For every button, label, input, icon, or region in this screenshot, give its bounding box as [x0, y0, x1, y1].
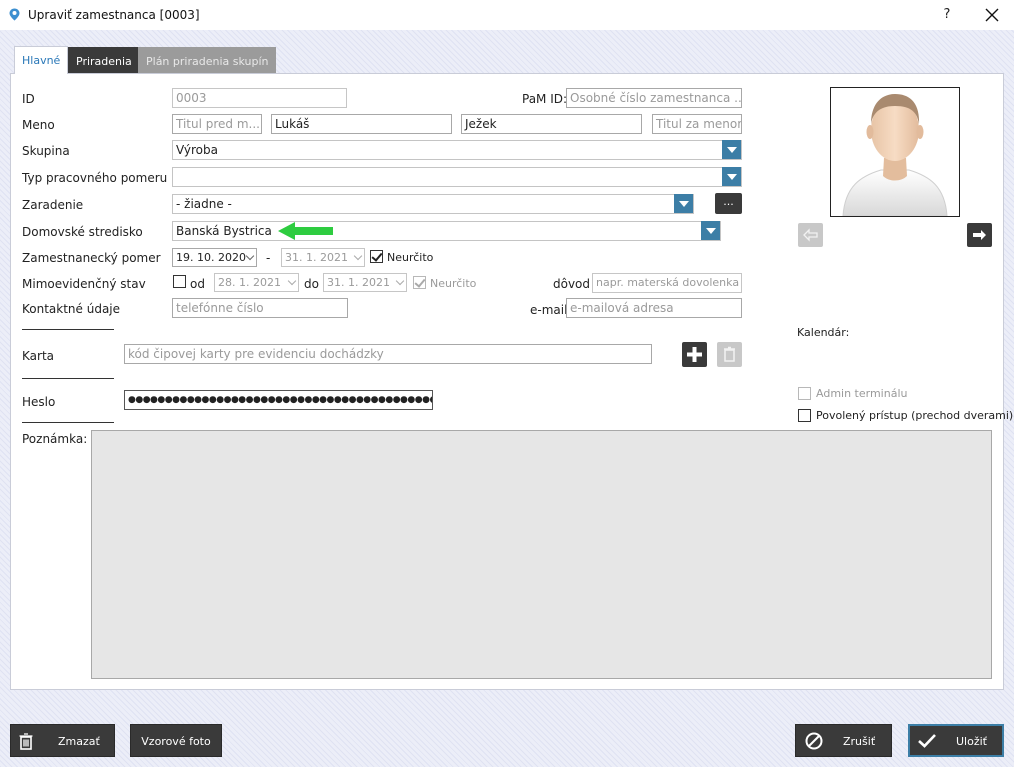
app-location-icon [9, 8, 20, 21]
label-typ: Typ pracovného pomeru [22, 171, 168, 185]
label-heslo: Heslo [22, 395, 56, 409]
arrow-right-icon [973, 230, 986, 240]
skupina-dropdown-button[interactable] [722, 140, 741, 159]
mimo-neurcito-label: Neurčito [430, 277, 477, 290]
label-mimo: Mimoevidenčný stav [22, 277, 146, 291]
separator [22, 329, 114, 330]
typ-dropdown-button[interactable] [722, 167, 741, 186]
pomer-neurcito-label: Neurčito [387, 251, 434, 264]
pam-id-input[interactable]: Osobné číslo zamestnanca ... [566, 88, 742, 108]
trash-icon [19, 733, 33, 750]
delete-card-button [717, 342, 742, 367]
label-id: ID [22, 92, 35, 106]
id-field: 0003 [172, 88, 347, 108]
trash-icon [724, 346, 735, 362]
dovod-input: napr. materská dovolenka [592, 273, 742, 293]
cancel-icon [805, 732, 823, 750]
close-icon [985, 8, 999, 22]
close-button[interactable] [982, 5, 1002, 25]
titul-pred-input[interactable]: Titul pred m... [172, 114, 262, 134]
pomer-dash: - [266, 251, 271, 265]
note-textarea[interactable] [91, 430, 992, 679]
label-pam-id: PaM ID: [522, 92, 568, 106]
pomer-do-value: 31. 1. 2021 [285, 251, 348, 264]
chevron-down-icon [245, 251, 255, 261]
povoleny-pristup-label: Povolený prístup (prechod dverami) [816, 409, 1014, 422]
skupina-value: Výroba [176, 143, 218, 157]
label-poznamka: Poznámka: [22, 432, 88, 446]
chevron-down-icon [395, 276, 405, 286]
zaradenie-more-button[interactable]: ... [715, 193, 742, 214]
stredisko-select[interactable]: Banská Bystrica [172, 221, 721, 241]
label-email: e-mail [530, 303, 568, 317]
admin-terminal-label: Admin terminálu [816, 387, 908, 400]
skupina-select[interactable]: Výroba [172, 140, 742, 160]
povoleny-pristup-checkbox[interactable] [798, 409, 811, 422]
titul-za-input[interactable]: Titul za menom [652, 114, 742, 134]
save-button-label: Uložiť [956, 735, 987, 748]
zaradenie-dropdown-button[interactable] [674, 194, 693, 213]
next-photo-button[interactable] [967, 223, 992, 247]
chevron-down-icon [353, 251, 363, 261]
avatar-icon [842, 94, 948, 216]
mimo-checkbox[interactable] [173, 275, 186, 288]
pomer-od-value: 19. 10. 2020 [176, 251, 246, 264]
label-kalendar: Kalendár: [797, 326, 850, 339]
mimo-neurcito-checkbox [413, 276, 426, 289]
mimo-do-label: do [304, 277, 319, 291]
mimo-do-value: 31. 1. 2021 [327, 276, 390, 289]
check-icon [918, 734, 936, 748]
tab-priradenia[interactable]: Priradenia [68, 47, 140, 74]
plus-icon [687, 347, 702, 362]
label-meno: Meno [22, 118, 55, 132]
pomer-neurcito-checkbox[interactable] [370, 250, 383, 263]
delete-button[interactable]: Zmazať [10, 724, 115, 757]
delete-button-label: Zmazať [58, 735, 100, 748]
help-button[interactable]: ? [938, 5, 956, 25]
add-card-button[interactable] [682, 342, 707, 367]
mimo-od-label: od [190, 277, 205, 291]
card-input[interactable]: kód čipovej karty pre evidenciu dochádzk… [124, 344, 652, 364]
last-name-input[interactable]: Ježek [461, 114, 642, 134]
mimo-od-value: 28. 1. 2021 [218, 276, 281, 289]
tab-hlavne[interactable]: Hlavné [14, 46, 69, 74]
pomer-od-date[interactable]: 19. 10. 2020 [172, 248, 257, 267]
cancel-button-label: Zrušiť [843, 735, 876, 748]
chevron-down-icon [287, 276, 297, 286]
typ-select[interactable] [172, 167, 742, 187]
zaradenie-value: - žiadne - [176, 197, 232, 211]
employee-photo [830, 87, 960, 217]
label-dovod: dôvod [553, 277, 591, 291]
label-zaradenie: Zaradenie [22, 198, 84, 212]
sample-photo-label: Vzorové foto [141, 735, 211, 748]
separator [22, 422, 114, 423]
green-arrow-left-icon [278, 222, 333, 240]
stredisko-dropdown-button[interactable] [701, 221, 720, 240]
tab-plan-priradenia[interactable]: Plán priradenia skupín [138, 47, 277, 74]
arrow-left-icon [803, 228, 818, 242]
password-input[interactable]: ●●●●●●●●●●●●●●●●●●●●●●●●●●●●●●●●●●●●●●●●… [124, 390, 433, 410]
label-pomer: Zamestnanecký pomer [22, 251, 161, 265]
stredisko-value: Banská Bystrica [176, 224, 272, 238]
mimo-do-date: 31. 1. 2021 [323, 273, 407, 292]
sample-photo-button[interactable]: Vzorové foto [130, 724, 222, 757]
separator [22, 378, 114, 379]
admin-terminal-checkbox [798, 387, 811, 400]
zaradenie-select[interactable]: - žiadne - [172, 194, 694, 214]
phone-input[interactable]: telefónne číslo [172, 298, 348, 318]
email-input[interactable]: e-mailová adresa [566, 298, 742, 318]
window-title: Upraviť zamestnanca [0003] [28, 8, 200, 22]
mimo-od-date: 28. 1. 2021 [214, 273, 299, 292]
cancel-button[interactable]: Zrušiť [795, 724, 892, 757]
first-name-input[interactable]: Lukáš [271, 114, 452, 134]
previous-photo-button [798, 223, 823, 247]
label-karta: Karta [22, 349, 55, 363]
save-button[interactable]: Uložiť [908, 724, 1004, 757]
pomer-do-date: 31. 1. 2021 [281, 248, 365, 267]
label-skupina: Skupina [22, 144, 70, 158]
label-kontakt: Kontaktné údaje [22, 302, 121, 316]
label-stredisko: Domovské stredisko [22, 225, 143, 239]
